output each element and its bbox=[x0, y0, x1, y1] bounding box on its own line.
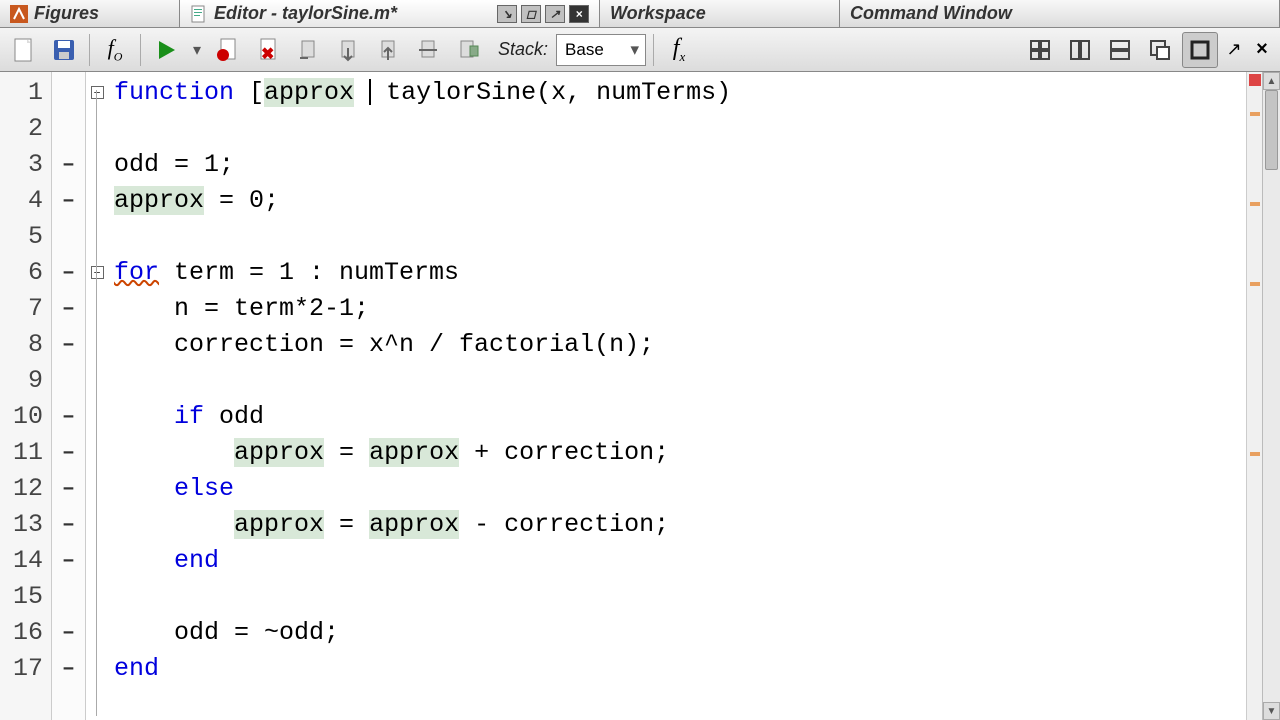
warning-mark-icon[interactable] bbox=[1250, 452, 1260, 456]
undock-icon[interactable]: ↗ bbox=[545, 5, 565, 23]
breakpoint-slot[interactable] bbox=[52, 74, 85, 110]
editor-toolbar: fO ▾ ✖ Stack: Base fx ↗ × bbox=[0, 28, 1280, 72]
step-out-button[interactable] bbox=[370, 32, 406, 68]
line-number: 6 bbox=[0, 254, 51, 290]
breakpoint-slot[interactable] bbox=[52, 362, 85, 398]
tab-label: Editor - taylorSine.m* bbox=[214, 3, 397, 24]
function-browser-button[interactable]: fx bbox=[661, 32, 697, 68]
continue-button[interactable] bbox=[410, 32, 446, 68]
document-icon bbox=[190, 5, 208, 23]
close-icon[interactable]: × bbox=[569, 5, 589, 23]
maximize-icon[interactable]: ◻ bbox=[521, 5, 541, 23]
breakpoint-column[interactable]: –––––––––––– bbox=[52, 72, 86, 720]
line-number: 2 bbox=[0, 110, 51, 146]
line-number: 13 bbox=[0, 506, 51, 542]
layout-float-button[interactable] bbox=[1142, 32, 1178, 68]
tab-window-controls: ↘ ◻ ↗ × bbox=[497, 5, 589, 23]
scroll-up-icon[interactable]: ▲ bbox=[1263, 72, 1280, 90]
line-number: 5 bbox=[0, 218, 51, 254]
insert-function-button[interactable]: fO bbox=[97, 32, 133, 68]
step-button[interactable] bbox=[290, 32, 326, 68]
new-file-button[interactable] bbox=[6, 32, 42, 68]
scroll-down-icon[interactable]: ▼ bbox=[1263, 702, 1280, 720]
editor-area: 1234567891011121314151617 –––––––––––– −… bbox=[0, 72, 1280, 720]
breakpoint-slot[interactable]: – bbox=[52, 506, 85, 542]
breakpoint-slot[interactable] bbox=[52, 110, 85, 146]
breakpoint-slot[interactable]: – bbox=[52, 470, 85, 506]
code-content[interactable]: function [approx taylorSine(x, numTerms)… bbox=[108, 72, 1246, 720]
dock-button[interactable]: ↗ bbox=[1222, 32, 1246, 68]
line-number: 9 bbox=[0, 362, 51, 398]
breakpoint-slot[interactable] bbox=[52, 578, 85, 614]
fold-toggle-icon[interactable]: − bbox=[91, 266, 104, 279]
clear-breakpoint-button[interactable]: ✖ bbox=[250, 32, 286, 68]
line-number: 4 bbox=[0, 182, 51, 218]
line-number-gutter: 1234567891011121314151617 bbox=[0, 72, 52, 720]
layout-maximize-button[interactable] bbox=[1182, 32, 1218, 68]
tab-label: Workspace bbox=[610, 3, 706, 24]
step-in-button[interactable] bbox=[330, 32, 366, 68]
scrollbar-thumb[interactable] bbox=[1265, 90, 1278, 170]
svg-text:✖: ✖ bbox=[261, 46, 274, 63]
layout-top-bottom-button[interactable] bbox=[1102, 32, 1138, 68]
stack-select[interactable]: Base bbox=[556, 34, 646, 66]
breakpoint-slot[interactable]: – bbox=[52, 614, 85, 650]
save-button[interactable] bbox=[46, 32, 82, 68]
exit-debug-button[interactable] bbox=[450, 32, 486, 68]
warning-mark-icon[interactable] bbox=[1250, 112, 1260, 116]
fold-toggle-icon[interactable]: − bbox=[91, 86, 104, 99]
run-button[interactable] bbox=[148, 32, 184, 68]
line-number: 3 bbox=[0, 146, 51, 182]
warning-mark-icon[interactable] bbox=[1250, 202, 1260, 206]
layout-tiled-button[interactable] bbox=[1022, 32, 1058, 68]
warning-mark-icon[interactable] bbox=[1250, 282, 1260, 286]
breakpoint-slot[interactable]: – bbox=[52, 542, 85, 578]
window-tabbar: Figures Editor - taylorSine.m* ↘ ◻ ↗ × W… bbox=[0, 0, 1280, 28]
error-indicator-icon[interactable] bbox=[1249, 74, 1261, 86]
layout-left-right-button[interactable] bbox=[1062, 32, 1098, 68]
matlab-icon bbox=[10, 5, 28, 23]
line-number: 1 bbox=[0, 74, 51, 110]
tab-label: Figures bbox=[34, 3, 99, 24]
breakpoint-slot[interactable]: – bbox=[52, 290, 85, 326]
close-panel-button[interactable]: × bbox=[1250, 32, 1274, 68]
tab-workspace[interactable]: Workspace bbox=[600, 0, 840, 27]
line-number: 12 bbox=[0, 470, 51, 506]
tab-editor[interactable]: Editor - taylorSine.m* ↘ ◻ ↗ × bbox=[180, 0, 600, 27]
breakpoint-slot[interactable]: – bbox=[52, 182, 85, 218]
breakpoint-slot[interactable]: – bbox=[52, 398, 85, 434]
breakpoint-slot[interactable]: – bbox=[52, 254, 85, 290]
stack-label: Stack: bbox=[498, 39, 548, 60]
breakpoint-slot[interactable]: – bbox=[52, 650, 85, 686]
line-number: 7 bbox=[0, 290, 51, 326]
breakpoint-slot[interactable]: – bbox=[52, 434, 85, 470]
fold-column[interactable]: − − bbox=[86, 72, 108, 720]
line-number: 14 bbox=[0, 542, 51, 578]
vertical-scrollbar[interactable]: ▲ ▼ bbox=[1262, 72, 1280, 720]
tab-label: Command Window bbox=[850, 3, 1012, 24]
breakpoint-slot[interactable] bbox=[52, 218, 85, 254]
set-breakpoint-button[interactable] bbox=[210, 32, 246, 68]
breakpoint-slot[interactable]: – bbox=[52, 326, 85, 362]
line-number: 16 bbox=[0, 614, 51, 650]
breakpoint-slot[interactable]: – bbox=[52, 146, 85, 182]
line-number: 11 bbox=[0, 434, 51, 470]
tab-command-window[interactable]: Command Window bbox=[840, 0, 1280, 27]
line-number: 8 bbox=[0, 326, 51, 362]
minimize-icon[interactable]: ↘ bbox=[497, 5, 517, 23]
line-number: 10 bbox=[0, 398, 51, 434]
stack-value: Base bbox=[565, 40, 604, 60]
line-number: 17 bbox=[0, 650, 51, 686]
run-dropdown[interactable]: ▾ bbox=[188, 32, 206, 68]
tab-figures[interactable]: Figures bbox=[0, 0, 180, 27]
line-number: 15 bbox=[0, 578, 51, 614]
code-analyzer-bar[interactable] bbox=[1246, 72, 1262, 720]
